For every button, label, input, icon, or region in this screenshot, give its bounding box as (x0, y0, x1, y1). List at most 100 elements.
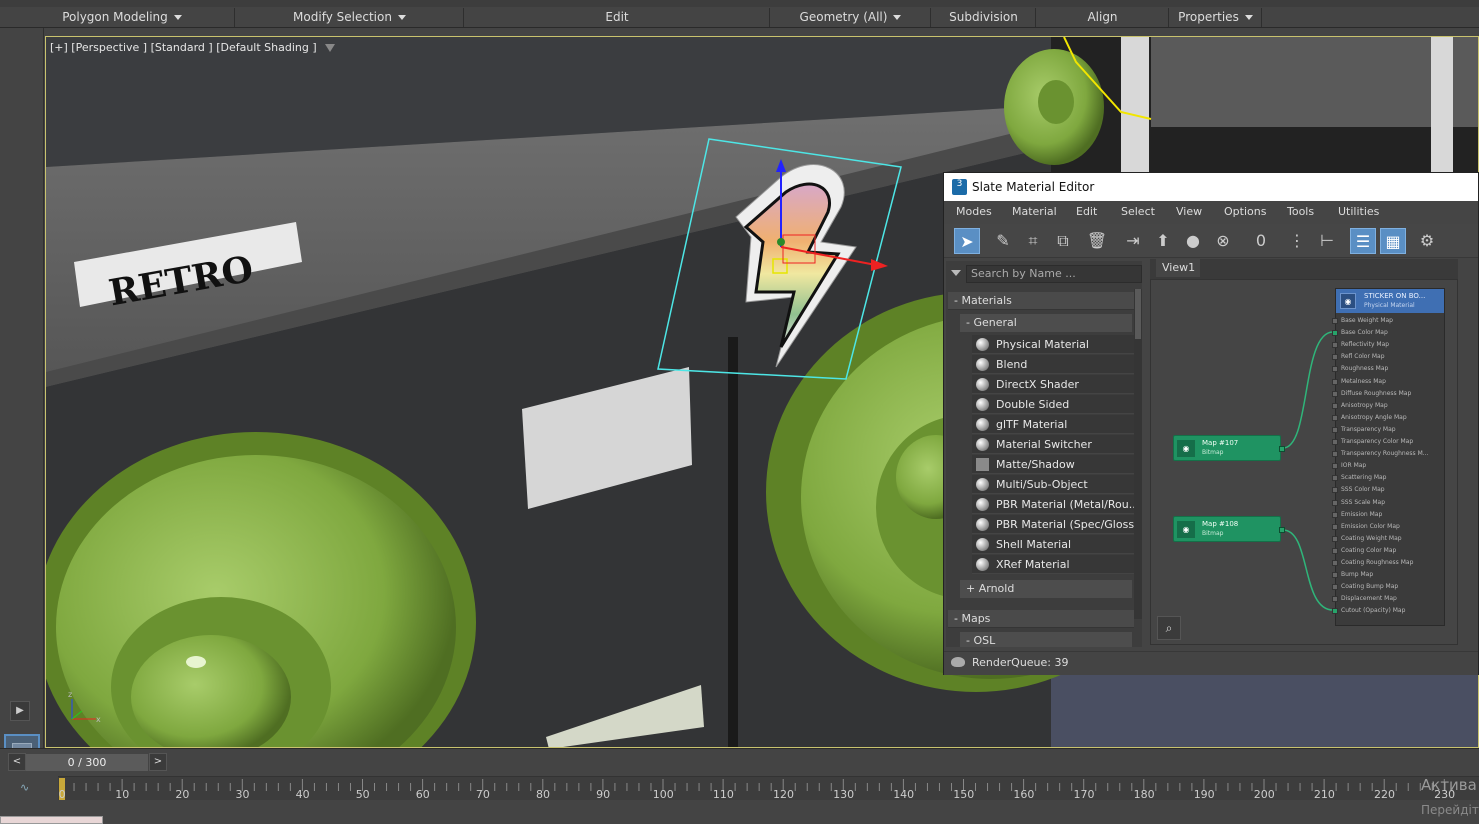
select-arrow-icon[interactable]: ➤ (954, 228, 980, 254)
input-socket[interactable] (1332, 414, 1338, 421)
list-item[interactable]: Physical Material (972, 335, 1134, 354)
ribbon-modify-selection[interactable]: Modify Selection (236, 8, 464, 27)
menu-utilities[interactable]: Utilities (1338, 205, 1379, 218)
input-socket[interactable] (1332, 475, 1338, 482)
map-node-108[interactable]: ◉ Map #108 Bitmap (1173, 516, 1285, 542)
pick-material-icon[interactable]: ⌗ (1020, 228, 1046, 254)
material-node-title: STICKER ON BO... (1364, 292, 1426, 300)
category-arnold[interactable]: + Arnold (960, 580, 1132, 598)
material-node[interactable]: ◉ STICKER ON BO... Physical Material Bas… (1332, 288, 1445, 626)
input-socket[interactable] (1332, 342, 1338, 349)
menu-options[interactable]: Options (1224, 205, 1266, 218)
background-pattern-icon[interactable]: ⊗ (1210, 228, 1236, 254)
ribbon-subdivision[interactable]: Subdivision (932, 8, 1036, 27)
ribbon-geometry[interactable]: Geometry (All) (771, 8, 931, 27)
input-socket[interactable] (1332, 511, 1338, 518)
material-id-icon[interactable]: 0 (1248, 228, 1274, 254)
input-socket[interactable] (1332, 463, 1338, 470)
list-item[interactable]: glTF Material (972, 415, 1134, 434)
list-item[interactable]: Double Sided (972, 395, 1134, 414)
delete-icon[interactable]: 🗑 (1084, 228, 1110, 254)
input-socket[interactable] (1332, 426, 1338, 433)
list-item[interactable]: Matte/Shadow (972, 455, 1134, 474)
prev-frame-button[interactable]: < (8, 753, 26, 771)
material-swatch-icon (976, 458, 989, 471)
input-socket[interactable] (1332, 596, 1338, 603)
expand-arrow-button[interactable]: ▶ (10, 701, 30, 721)
material-browser-icon[interactable]: ☰ (1350, 228, 1376, 254)
list-item[interactable]: Multi/Sub-Object (972, 475, 1134, 494)
input-socket[interactable] (1332, 378, 1338, 385)
menu-edit[interactable]: Edit (1076, 205, 1097, 218)
select-by-material-icon[interactable]: ⚙ (1414, 228, 1440, 254)
list-item[interactable]: Shell Material (972, 535, 1134, 554)
layout-children-icon[interactable]: ⊢ (1314, 228, 1340, 254)
input-socket[interactable] (1332, 547, 1338, 554)
ribbon-group-label: Properties (1178, 10, 1239, 24)
category-maps[interactable]: - Maps (948, 610, 1134, 628)
menu-material[interactable]: Material (1012, 205, 1057, 218)
ribbon-edit[interactable]: Edit (465, 8, 770, 27)
chevron-down-icon (397, 15, 406, 20)
search-input[interactable]: Search by Name ... (966, 265, 1142, 283)
menu-view[interactable]: View (1176, 205, 1202, 218)
list-item[interactable]: PBR Material (Metal/Rou... (972, 495, 1134, 514)
input-socket[interactable] (1332, 487, 1338, 494)
list-item[interactable]: PBR Material (Spec/Gloss) (972, 515, 1134, 534)
copy-node-icon[interactable]: ⧉ (1050, 228, 1076, 254)
list-item[interactable]: Material Switcher (972, 435, 1134, 454)
curve-editor-icon[interactable]: ∿ (20, 781, 29, 794)
category-osl[interactable]: - OSL (960, 632, 1132, 647)
browser-scrollbar[interactable] (1134, 289, 1142, 619)
ribbon-polygon-modeling[interactable]: Polygon Modeling (10, 8, 235, 27)
list-item[interactable]: DirectX Shader (972, 375, 1134, 394)
ribbon-properties[interactable]: Properties (1170, 8, 1262, 27)
input-socket[interactable] (1332, 560, 1338, 566)
parameter-editor-icon[interactable]: ▦ (1380, 228, 1406, 254)
input-socket[interactable] (1332, 535, 1338, 542)
input-socket[interactable] (1332, 523, 1338, 530)
input-socket[interactable] (1332, 330, 1338, 337)
scrollbar-thumb[interactable] (1135, 289, 1141, 339)
input-socket[interactable] (1332, 390, 1338, 397)
map-node-107[interactable]: ◉ Map #107 Bitmap (1173, 435, 1285, 461)
eyedropper-icon[interactable]: ✎ (990, 228, 1016, 254)
next-frame-button[interactable]: > (149, 753, 167, 771)
material-node-header[interactable]: ◉ STICKER ON BO... Physical Material (1336, 289, 1444, 313)
list-item-label: Multi/Sub-Object (996, 478, 1088, 491)
input-socket[interactable] (1332, 354, 1338, 361)
tab-view1[interactable]: View1 (1156, 259, 1200, 277)
input-socket[interactable] (1332, 402, 1338, 409)
output-socket[interactable] (1279, 527, 1285, 533)
input-socket[interactable] (1332, 451, 1338, 458)
list-item[interactable]: Blend (972, 355, 1134, 374)
menu-tools[interactable]: Tools (1287, 205, 1314, 218)
layout-all-icon[interactable]: ⋮ (1284, 228, 1310, 254)
input-socket[interactable] (1332, 572, 1338, 579)
output-socket[interactable] (1279, 446, 1285, 452)
show-background-icon[interactable]: ● (1180, 228, 1206, 254)
slate-title-bar[interactable]: 3 Slate Material Editor (944, 173, 1478, 201)
input-socket[interactable] (1332, 366, 1338, 373)
binoculars-icon[interactable]: ⌕ (1157, 616, 1181, 640)
move-children-icon[interactable]: ⇥ (1120, 228, 1146, 254)
list-item[interactable]: XRef Material (972, 555, 1134, 574)
ribbon-align[interactable]: Align (1037, 8, 1169, 27)
input-socket[interactable] (1332, 584, 1338, 591)
list-item-label: glTF Material (996, 418, 1068, 431)
input-socket[interactable] (1332, 499, 1338, 506)
time-slider[interactable]: 0 / 300 (26, 754, 148, 771)
tick-label: 150 (953, 788, 975, 801)
menu-select[interactable]: Select (1121, 205, 1155, 218)
input-socket[interactable] (1332, 318, 1338, 324)
menu-modes[interactable]: Modes (956, 205, 992, 218)
viewport-label[interactable]: [+] [Perspective ] [Standard ] [Default … (50, 41, 335, 54)
chevron-down-icon[interactable] (951, 270, 961, 276)
input-socket[interactable] (1332, 439, 1338, 445)
input-socket[interactable] (1332, 608, 1338, 615)
node-canvas[interactable]: ◉ Map #107 Bitmap ◉ Map #108 Bitmap ◉ ST… (1150, 279, 1458, 645)
category-general[interactable]: - General (960, 314, 1132, 332)
assign-material-icon[interactable]: ⬆ (1150, 228, 1176, 254)
filter-icon[interactable] (324, 44, 335, 52)
category-materials[interactable]: - Materials (948, 292, 1134, 310)
